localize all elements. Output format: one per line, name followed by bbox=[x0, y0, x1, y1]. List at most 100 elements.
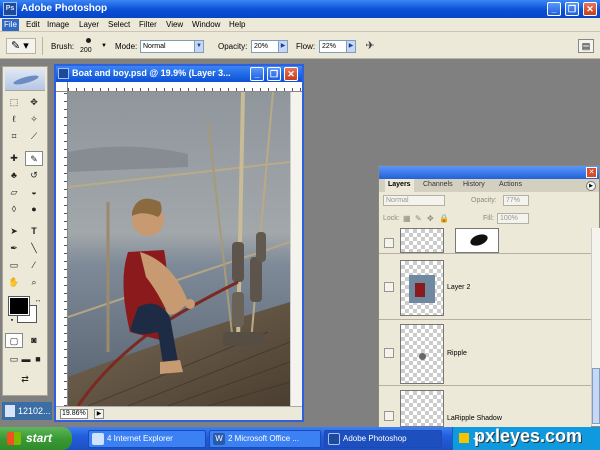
tab-actions[interactable]: Actions bbox=[499, 181, 522, 188]
zoom-tool-icon[interactable]: ⌕ bbox=[25, 275, 43, 290]
menu-image[interactable]: Image bbox=[47, 20, 69, 29]
standard-mode-icon[interactable]: ▢ bbox=[5, 333, 23, 348]
jump-to-imageready-icon[interactable]: ⇄ bbox=[9, 372, 41, 387]
layer-row[interactable] bbox=[379, 228, 591, 254]
fill-label: Fill: bbox=[483, 215, 494, 222]
document-title-bar[interactable]: Boat and boy.psd @ 19.9% (Layer 3... _ ❐… bbox=[56, 66, 302, 82]
swap-colors-icon[interactable]: ↔ bbox=[29, 293, 47, 308]
ruler-horizontal[interactable] bbox=[68, 82, 302, 92]
photoshop-feather-icon[interactable] bbox=[5, 69, 45, 91]
mode-label: Mode: bbox=[115, 42, 138, 51]
layer-row[interactable]: LaRipple Shadow bbox=[379, 387, 591, 427]
taskbar-item-adobe-photoshop[interactable]: Adobe Photoshop bbox=[324, 430, 442, 448]
tab-layers[interactable]: Layers bbox=[385, 179, 414, 192]
brush-tool-preset-icon[interactable]: ✎ ▾ bbox=[6, 38, 36, 54]
move-tool-icon[interactable]: ✥ bbox=[25, 95, 43, 110]
layers-scrollbar-thumb[interactable] bbox=[592, 368, 600, 424]
layer-visibility-toggle[interactable] bbox=[384, 238, 394, 248]
app-close-button[interactable]: ✕ bbox=[583, 2, 597, 16]
paint-bucket-tool-icon[interactable]: ◒ bbox=[25, 185, 43, 200]
tab-channels[interactable]: Channels bbox=[423, 181, 453, 188]
menu-help[interactable]: Help bbox=[229, 20, 245, 29]
menu-select[interactable]: Select bbox=[108, 20, 130, 29]
full-screen-mode-icon[interactable]: ■ bbox=[29, 352, 47, 367]
flow-slider-arrow-icon[interactable]: ▶ bbox=[346, 40, 356, 53]
history-brush-tool-icon[interactable]: ↺ bbox=[25, 168, 43, 183]
lock-transparency-icon[interactable]: ▦ bbox=[403, 214, 411, 223]
magic-wand-tool-icon[interactable]: ✧ bbox=[25, 112, 43, 127]
layer-visibility-toggle[interactable] bbox=[384, 411, 394, 421]
layer-opacity-input[interactable]: 77% bbox=[503, 195, 529, 206]
brush-tool-icon[interactable]: ✎ bbox=[25, 151, 43, 166]
line-tool-icon[interactable]: ╲ bbox=[25, 241, 43, 256]
dodge-tool-icon[interactable]: ● bbox=[25, 202, 43, 217]
taskbar-item-label: Adobe Photoshop bbox=[343, 434, 407, 443]
document-status-bar: 19.86% ▶ bbox=[56, 406, 302, 420]
tray-app-icon[interactable] bbox=[459, 433, 469, 443]
fill-input[interactable]: 100% bbox=[497, 213, 529, 224]
clone-stamp-tool-icon[interactable]: ♣ bbox=[5, 168, 23, 183]
eyedropper-tool-icon[interactable]: ⁄ bbox=[25, 258, 43, 273]
desktop-icon-label[interactable]: 12102... bbox=[2, 402, 52, 420]
layer-row[interactable]: Layer 2 bbox=[379, 255, 591, 320]
pen-tool-icon[interactable]: ✒ bbox=[5, 241, 23, 256]
notes-tool-icon[interactable]: ▭ bbox=[5, 258, 23, 273]
opacity-input[interactable]: 20% bbox=[251, 40, 279, 53]
menu-layer[interactable]: Layer bbox=[79, 20, 99, 29]
layers-palette-menu-icon[interactable]: ▶ bbox=[586, 181, 596, 191]
zoom-level-input[interactable]: 19.86% bbox=[60, 409, 88, 419]
hand-tool-icon[interactable]: ✋ bbox=[5, 275, 23, 290]
type-tool-icon[interactable]: T bbox=[25, 224, 43, 239]
mode-select[interactable]: Normal bbox=[140, 40, 196, 53]
healing-brush-tool-icon[interactable]: ✚ bbox=[5, 151, 23, 166]
start-button[interactable]: start bbox=[0, 427, 72, 450]
layers-scrollbar[interactable] bbox=[591, 228, 600, 426]
blend-mode-select[interactable]: Normal bbox=[383, 195, 445, 206]
photoshop-app-icon[interactable]: Ps bbox=[3, 2, 17, 16]
menu-file[interactable]: File bbox=[2, 19, 19, 31]
path-selection-tool-icon[interactable]: ➤ bbox=[5, 224, 23, 239]
menu-filter[interactable]: Filter bbox=[139, 20, 157, 29]
brush-dropdown-arrow-icon[interactable]: ▼ bbox=[101, 43, 107, 49]
document-vertical-scrollbar[interactable] bbox=[290, 92, 302, 406]
lasso-tool-icon[interactable]: ℓ bbox=[5, 112, 23, 127]
opacity-slider-arrow-icon[interactable]: ▶ bbox=[278, 40, 288, 53]
airbrush-icon[interactable]: ✈ bbox=[362, 39, 378, 54]
layer-visibility-toggle[interactable] bbox=[384, 348, 394, 358]
doc-close-button[interactable]: ✕ bbox=[284, 67, 298, 81]
taskbar-item-internet-explorer[interactable]: 4 Internet Explorer bbox=[88, 430, 206, 448]
brush-picker[interactable]: 200 bbox=[80, 37, 98, 57]
lock-position-icon[interactable]: ✥ bbox=[427, 214, 434, 223]
status-menu-arrow-icon[interactable]: ▶ bbox=[94, 409, 104, 419]
lock-all-icon[interactable]: 🔒 bbox=[439, 214, 449, 223]
slice-tool-icon[interactable]: ⟋ bbox=[25, 129, 43, 144]
options-bar: ✎ ▾ Brush: 200 ▼ Mode: Normal ▼ Opacity:… bbox=[0, 32, 600, 59]
image-canvas[interactable] bbox=[68, 92, 290, 406]
menu-edit[interactable]: Edit bbox=[26, 20, 40, 29]
layers-palette-close-icon[interactable]: ✕ bbox=[586, 167, 597, 178]
taskbar-item-label: 4 Internet Explorer bbox=[107, 434, 173, 443]
palette-well-icon[interactable]: ▤ bbox=[578, 39, 594, 53]
taskbar-item-microsoft-office[interactable]: W 2 Microsoft Office ... bbox=[209, 430, 321, 448]
marquee-tool-icon[interactable]: ⬚ bbox=[5, 95, 23, 110]
menu-view[interactable]: View bbox=[166, 20, 183, 29]
app-restore-button[interactable]: ❐ bbox=[565, 2, 579, 16]
layers-palette-title-bar[interactable]: ✕ bbox=[379, 166, 599, 179]
lock-image-icon[interactable]: ✎ bbox=[415, 214, 422, 223]
layer-row[interactable]: Ripple bbox=[379, 321, 591, 386]
doc-minimize-button[interactable]: _ bbox=[250, 67, 264, 81]
blur-tool-icon[interactable]: ◊ bbox=[5, 202, 23, 217]
default-colors-icon[interactable]: ▪ bbox=[3, 313, 21, 328]
menu-window[interactable]: Window bbox=[192, 20, 220, 29]
doc-restore-button[interactable]: ❐ bbox=[267, 67, 281, 81]
flow-input[interactable]: 22% bbox=[319, 40, 347, 53]
ruler-vertical[interactable] bbox=[56, 92, 68, 406]
tab-history[interactable]: History bbox=[463, 181, 485, 188]
ruler-origin[interactable] bbox=[56, 82, 68, 92]
crop-tool-icon[interactable]: ⌗ bbox=[5, 129, 23, 144]
layer-visibility-toggle[interactable] bbox=[384, 282, 394, 292]
quick-mask-mode-icon[interactable]: ◙ bbox=[25, 333, 43, 348]
app-minimize-button[interactable]: _ bbox=[547, 2, 561, 16]
mode-select-arrow-icon[interactable]: ▼ bbox=[194, 40, 204, 53]
eraser-tool-icon[interactable]: ▱ bbox=[5, 185, 23, 200]
